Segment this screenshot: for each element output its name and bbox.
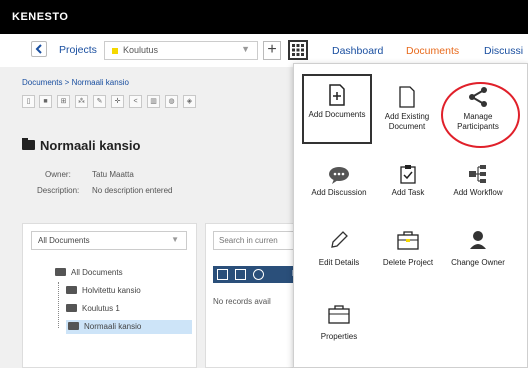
description-value: No description entered: [92, 186, 173, 195]
highlight-annotation: [441, 82, 520, 148]
tree-item-label: Normaali kansio: [84, 322, 142, 331]
add-button[interactable]: +: [263, 41, 281, 60]
tree-item-label: Koulutus 1: [82, 304, 120, 313]
select-all-checkbox[interactable]: [217, 269, 228, 280]
project-color-dot: [112, 48, 118, 54]
tree-connector: [58, 282, 59, 328]
add-discussion-button[interactable]: Add Discussion: [304, 166, 374, 198]
projects-link[interactable]: Projects: [59, 44, 97, 56]
folder-title: Normaali kansio: [40, 138, 141, 153]
add-documents-label: Add Documents: [308, 110, 366, 119]
folder-icon[interactable]: ■: [39, 95, 52, 108]
folder-icon: [22, 138, 35, 150]
properties-label: Properties: [320, 332, 358, 341]
add-documents-button[interactable]: Add Documents: [302, 74, 372, 144]
delete-project-button[interactable]: Delete Project: [373, 230, 443, 268]
trash-icon[interactable]: ▥: [147, 95, 160, 108]
move-icon[interactable]: ✛: [111, 95, 124, 108]
add-task-label: Add Task: [391, 188, 425, 197]
add-folder-icon[interactable]: ⊞: [57, 95, 70, 108]
add-discussion-label: Add Discussion: [311, 188, 367, 197]
folder-icon: [68, 321, 79, 330]
add-workflow-label: Add Workflow: [453, 188, 503, 197]
edit-icon[interactable]: ✎: [93, 95, 106, 108]
workflow-icon: [469, 165, 486, 183]
user-icon: [470, 231, 486, 249]
documents-filter-value: All Documents: [38, 236, 90, 245]
apps-grid-button[interactable]: [288, 40, 308, 60]
tree-item-holvitettu[interactable]: Holvitettu kansio: [66, 284, 141, 298]
no-records-message: No records avail: [213, 297, 271, 306]
properties-button[interactable]: Properties: [304, 304, 374, 342]
edit-details-button[interactable]: Edit Details: [304, 230, 374, 268]
change-owner-label: Change Owner: [451, 258, 505, 267]
project-select[interactable]: Koulutus ▼: [104, 41, 258, 60]
tree-item-label: Holvitettu kansio: [82, 286, 141, 295]
chevron-left-icon: [35, 44, 42, 54]
existing-document-icon: [399, 86, 415, 108]
vault-folder-icon: [66, 285, 77, 294]
owner-label: Owner:: [45, 170, 71, 179]
chevron-down-icon: ▼: [241, 44, 250, 54]
tree-item-normaali[interactable]: Normaali kansio: [66, 320, 192, 334]
eye-icon: [253, 269, 264, 280]
add-workflow-button[interactable]: Add Workflow: [443, 164, 513, 198]
add-task-button[interactable]: Add Task: [373, 164, 443, 198]
add-existing-document-button[interactable]: Add Existing Document: [372, 86, 442, 132]
add-existing-document-label: Add Existing Document: [384, 112, 430, 131]
owner-value: Tatu Maatta: [92, 170, 134, 179]
delete-project-label: Delete Project: [382, 258, 434, 267]
chevron-down-icon: ▼: [171, 235, 179, 244]
breadcrumb[interactable]: Documents > Normaali kansio: [22, 78, 129, 87]
grid-header: Na: [213, 266, 305, 283]
vault-folder-icon: [66, 303, 77, 312]
tree-item-label: All Documents: [71, 268, 123, 277]
document-icon[interactable]: ▯: [22, 95, 35, 108]
description-label: Description:: [37, 186, 80, 195]
folder-icon: [55, 267, 66, 276]
chat-icon: [329, 167, 349, 184]
documents-filter-select[interactable]: All Documents ▼: [31, 231, 187, 250]
search-input[interactable]: [213, 231, 303, 250]
app-logo: KENESTO: [12, 11, 69, 23]
change-owner-button[interactable]: Change Owner: [443, 230, 513, 268]
tab-discussions[interactable]: Discussi: [484, 45, 523, 57]
tree-item-koulutus[interactable]: Koulutus 1: [66, 302, 120, 316]
clipboard-icon: [400, 165, 416, 184]
pencil-icon: [331, 231, 348, 248]
users-icon[interactable]: ⁂: [75, 95, 88, 108]
grid-icon: [292, 44, 304, 56]
back-button[interactable]: [31, 41, 47, 57]
add-document-icon: [329, 84, 345, 106]
shield-icon[interactable]: ◈: [183, 95, 196, 108]
properties-icon: [328, 305, 350, 324]
tab-dashboard[interactable]: Dashboard: [332, 45, 383, 57]
edit-details-label: Edit Details: [318, 258, 360, 267]
project-select-value: Koulutus: [123, 45, 159, 55]
top-bar: KENESTO: [0, 0, 528, 34]
tree-item-all-documents[interactable]: All Documents: [55, 266, 123, 280]
document-icon: [235, 269, 246, 280]
briefcase-icon: [397, 231, 419, 250]
globe-icon[interactable]: ◍: [165, 95, 178, 108]
tab-documents[interactable]: Documents: [406, 45, 459, 57]
share-icon[interactable]: <: [129, 95, 142, 108]
